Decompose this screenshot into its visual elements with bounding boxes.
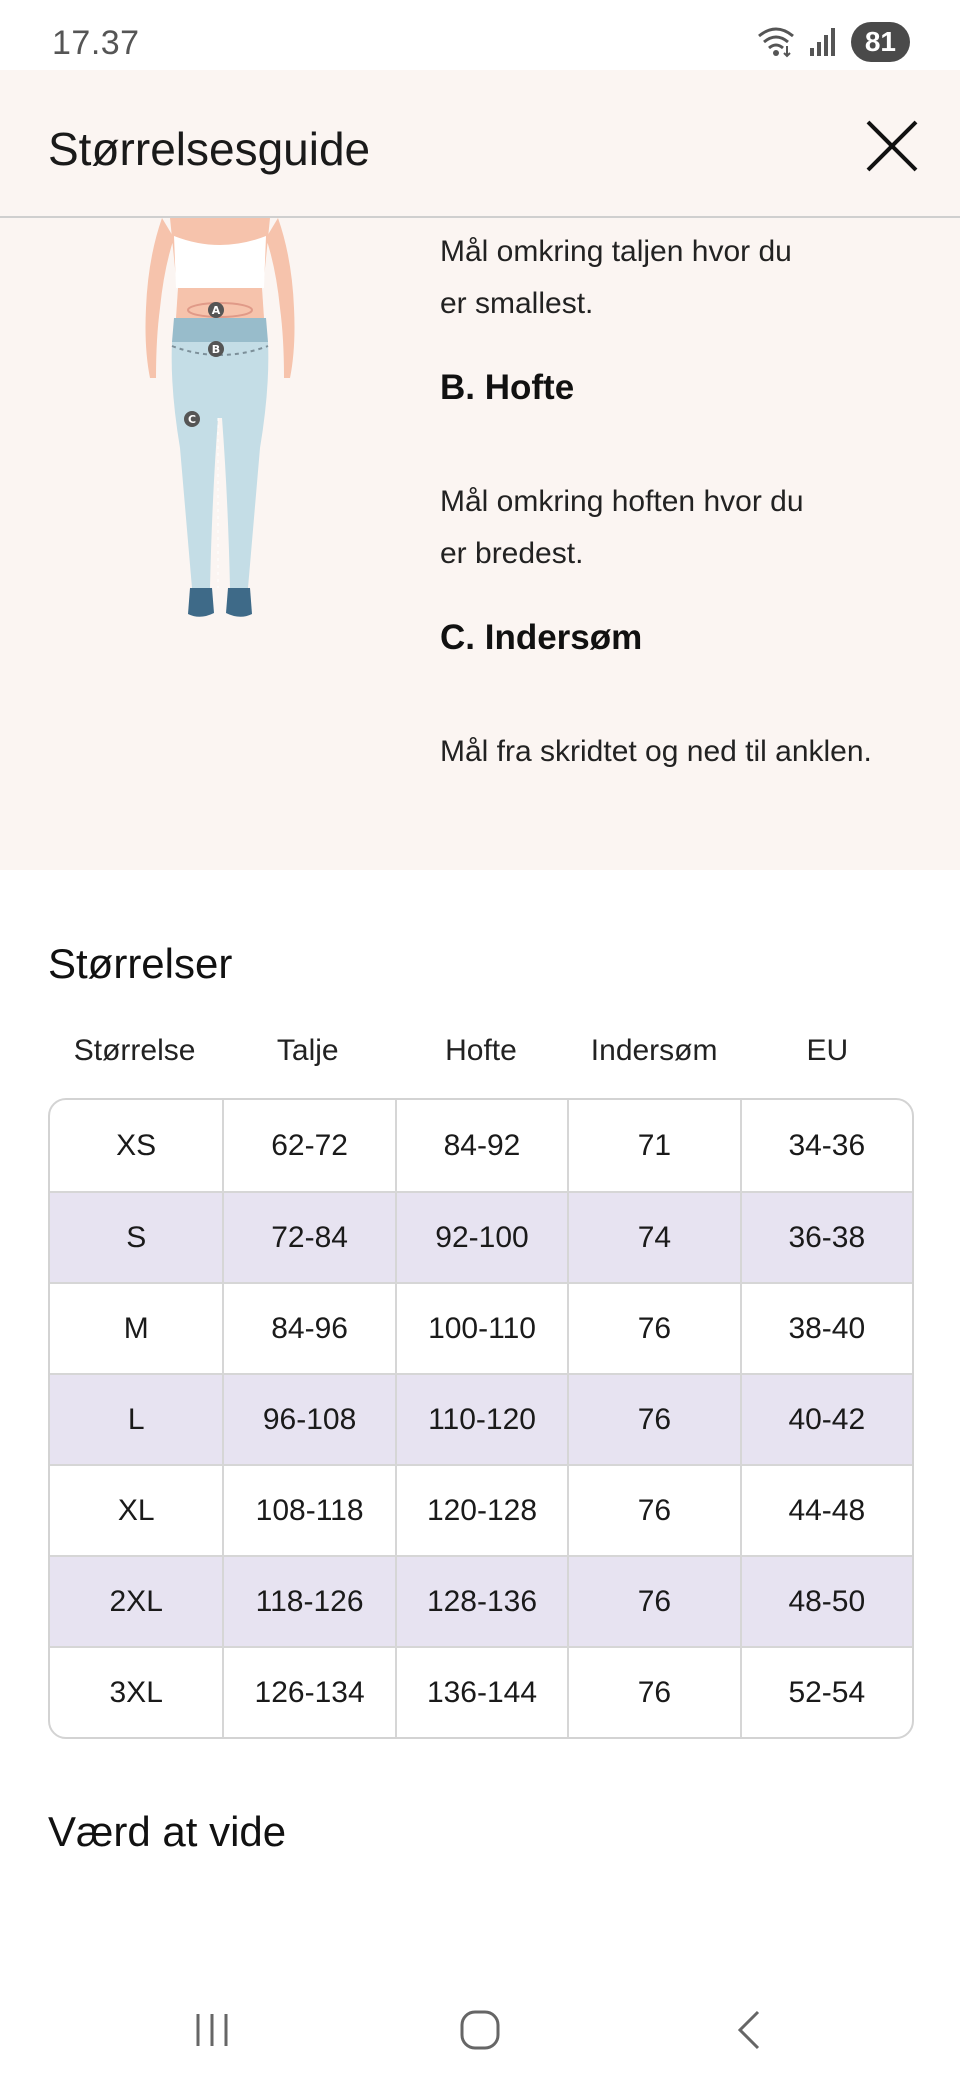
back-icon (737, 2010, 760, 2050)
table-cell: 34-36 (739, 1100, 912, 1191)
measurement-guide: A B C Mål omkring taljen hvor du er smal… (0, 218, 960, 870)
table-row: XL 108-118 120-128 76 44-48 (50, 1464, 912, 1555)
back-button[interactable] (720, 2000, 780, 2060)
size-table: XS 62-72 84-92 71 34-36 S 72-84 92-100 7… (48, 1098, 914, 1739)
table-cell: 84-96 (222, 1284, 394, 1373)
hip-description-line2: er bredest. (440, 537, 584, 570)
navigation-bar (0, 1980, 960, 2080)
status-bar: 17.37 81 (0, 0, 960, 70)
table-cell: M (123, 1311, 149, 1345)
table-cell: 126-134 (222, 1648, 394, 1737)
marker-c: C (188, 413, 196, 426)
table-cell: 40-42 (739, 1375, 912, 1464)
good-to-know-heading: Værd at vide (48, 1808, 287, 1855)
table-row: L 96-108 110-120 76 40-42 (50, 1373, 912, 1464)
table-row: XS 62-72 84-92 71 34-36 (50, 1100, 912, 1191)
table-row: S 72-84 92-100 74 36-38 (50, 1191, 912, 1282)
signal-icon (809, 28, 835, 56)
sheet-header: Størrelsesguide (0, 70, 960, 218)
column-header-waist: Talje (276, 1034, 339, 1067)
table-cell: XS (116, 1128, 157, 1162)
wifi-icon (757, 27, 794, 58)
table-cell: 118-126 (222, 1557, 394, 1646)
table-cell: XL (117, 1493, 155, 1527)
inseam-heading: C. Indersøm (440, 618, 643, 657)
home-button[interactable] (450, 2000, 510, 2060)
table-cell: 136-144 (394, 1648, 567, 1737)
close-button[interactable] (860, 114, 924, 178)
recent-apps-icon (196, 2014, 228, 2046)
waist-description-line2: er smallest. (440, 287, 594, 320)
hip-description: Mål omkring hoften hvor du er bredest. (440, 476, 920, 580)
table-cell: 62-72 (222, 1100, 394, 1191)
table-cell: 110-120 (394, 1375, 567, 1464)
table-cell: 3XL (109, 1675, 163, 1709)
table-cell: 76 (567, 1557, 739, 1646)
table-cell: 76 (567, 1284, 739, 1373)
hip-heading: B. Hofte (440, 368, 575, 407)
table-cell: 38-40 (739, 1284, 912, 1373)
table-cell: 2XL (109, 1584, 163, 1618)
waist-description-line1: Mål omkring taljen hvor du (440, 235, 792, 268)
inseam-description: Mål fra skridtet og ned til anklen. (440, 735, 872, 768)
table-cell: 48-50 (739, 1557, 912, 1646)
table-cell: 92-100 (394, 1193, 567, 1282)
table-cell: 72-84 (222, 1193, 394, 1282)
table-cell: 71 (567, 1100, 739, 1191)
column-header-size: Størrelse (73, 1034, 196, 1067)
column-header-eu: EU (806, 1034, 849, 1067)
table-cell: 108-118 (222, 1466, 394, 1555)
battery-indicator: 81 (850, 22, 910, 62)
table-cell: L (127, 1402, 145, 1436)
table-cell: 84-92 (394, 1100, 567, 1191)
status-time: 17.37 (52, 24, 140, 62)
table-row: M 84-96 100-110 76 38-40 (50, 1282, 912, 1373)
table-cell: 52-54 (739, 1648, 912, 1737)
table-cell: 76 (567, 1375, 739, 1464)
page-title: Størrelsesguide (48, 123, 371, 175)
body-measurement-illustration: A B C (145, 218, 295, 617)
home-icon (460, 2010, 500, 2050)
table-cell: 96-108 (222, 1375, 394, 1464)
status-icons: 81 (757, 22, 910, 62)
table-cell: 74 (567, 1193, 739, 1282)
waist-description: Mål omkring taljen hvor du er smallest. (440, 226, 920, 330)
table-cell: 120-128 (394, 1466, 567, 1555)
sizes-heading: Størrelser (48, 940, 233, 987)
table-cell: 128-136 (394, 1557, 567, 1646)
hip-description-line1: Mål omkring hoften hvor du (440, 485, 804, 518)
table-cell: 44-48 (739, 1466, 912, 1555)
column-header-hip: Hofte (445, 1034, 517, 1067)
table-cell: 100-110 (394, 1284, 567, 1373)
recent-apps-button[interactable] (182, 2000, 242, 2060)
close-icon (866, 120, 918, 172)
table-cell: 36-38 (739, 1193, 912, 1282)
size-table-header: Størrelse Talje Hofte Indersøm EU (48, 1034, 914, 1074)
table-cell: 76 (567, 1466, 739, 1555)
table-cell: S (126, 1220, 147, 1254)
table-cell: 76 (567, 1648, 739, 1737)
marker-b: B (212, 343, 220, 356)
table-row: 3XL 126-134 136-144 76 52-54 (50, 1646, 912, 1737)
marker-a: A (212, 304, 221, 317)
column-header-inseam: Indersøm (590, 1034, 718, 1067)
table-row: 2XL 118-126 128-136 76 48-50 (50, 1555, 912, 1646)
